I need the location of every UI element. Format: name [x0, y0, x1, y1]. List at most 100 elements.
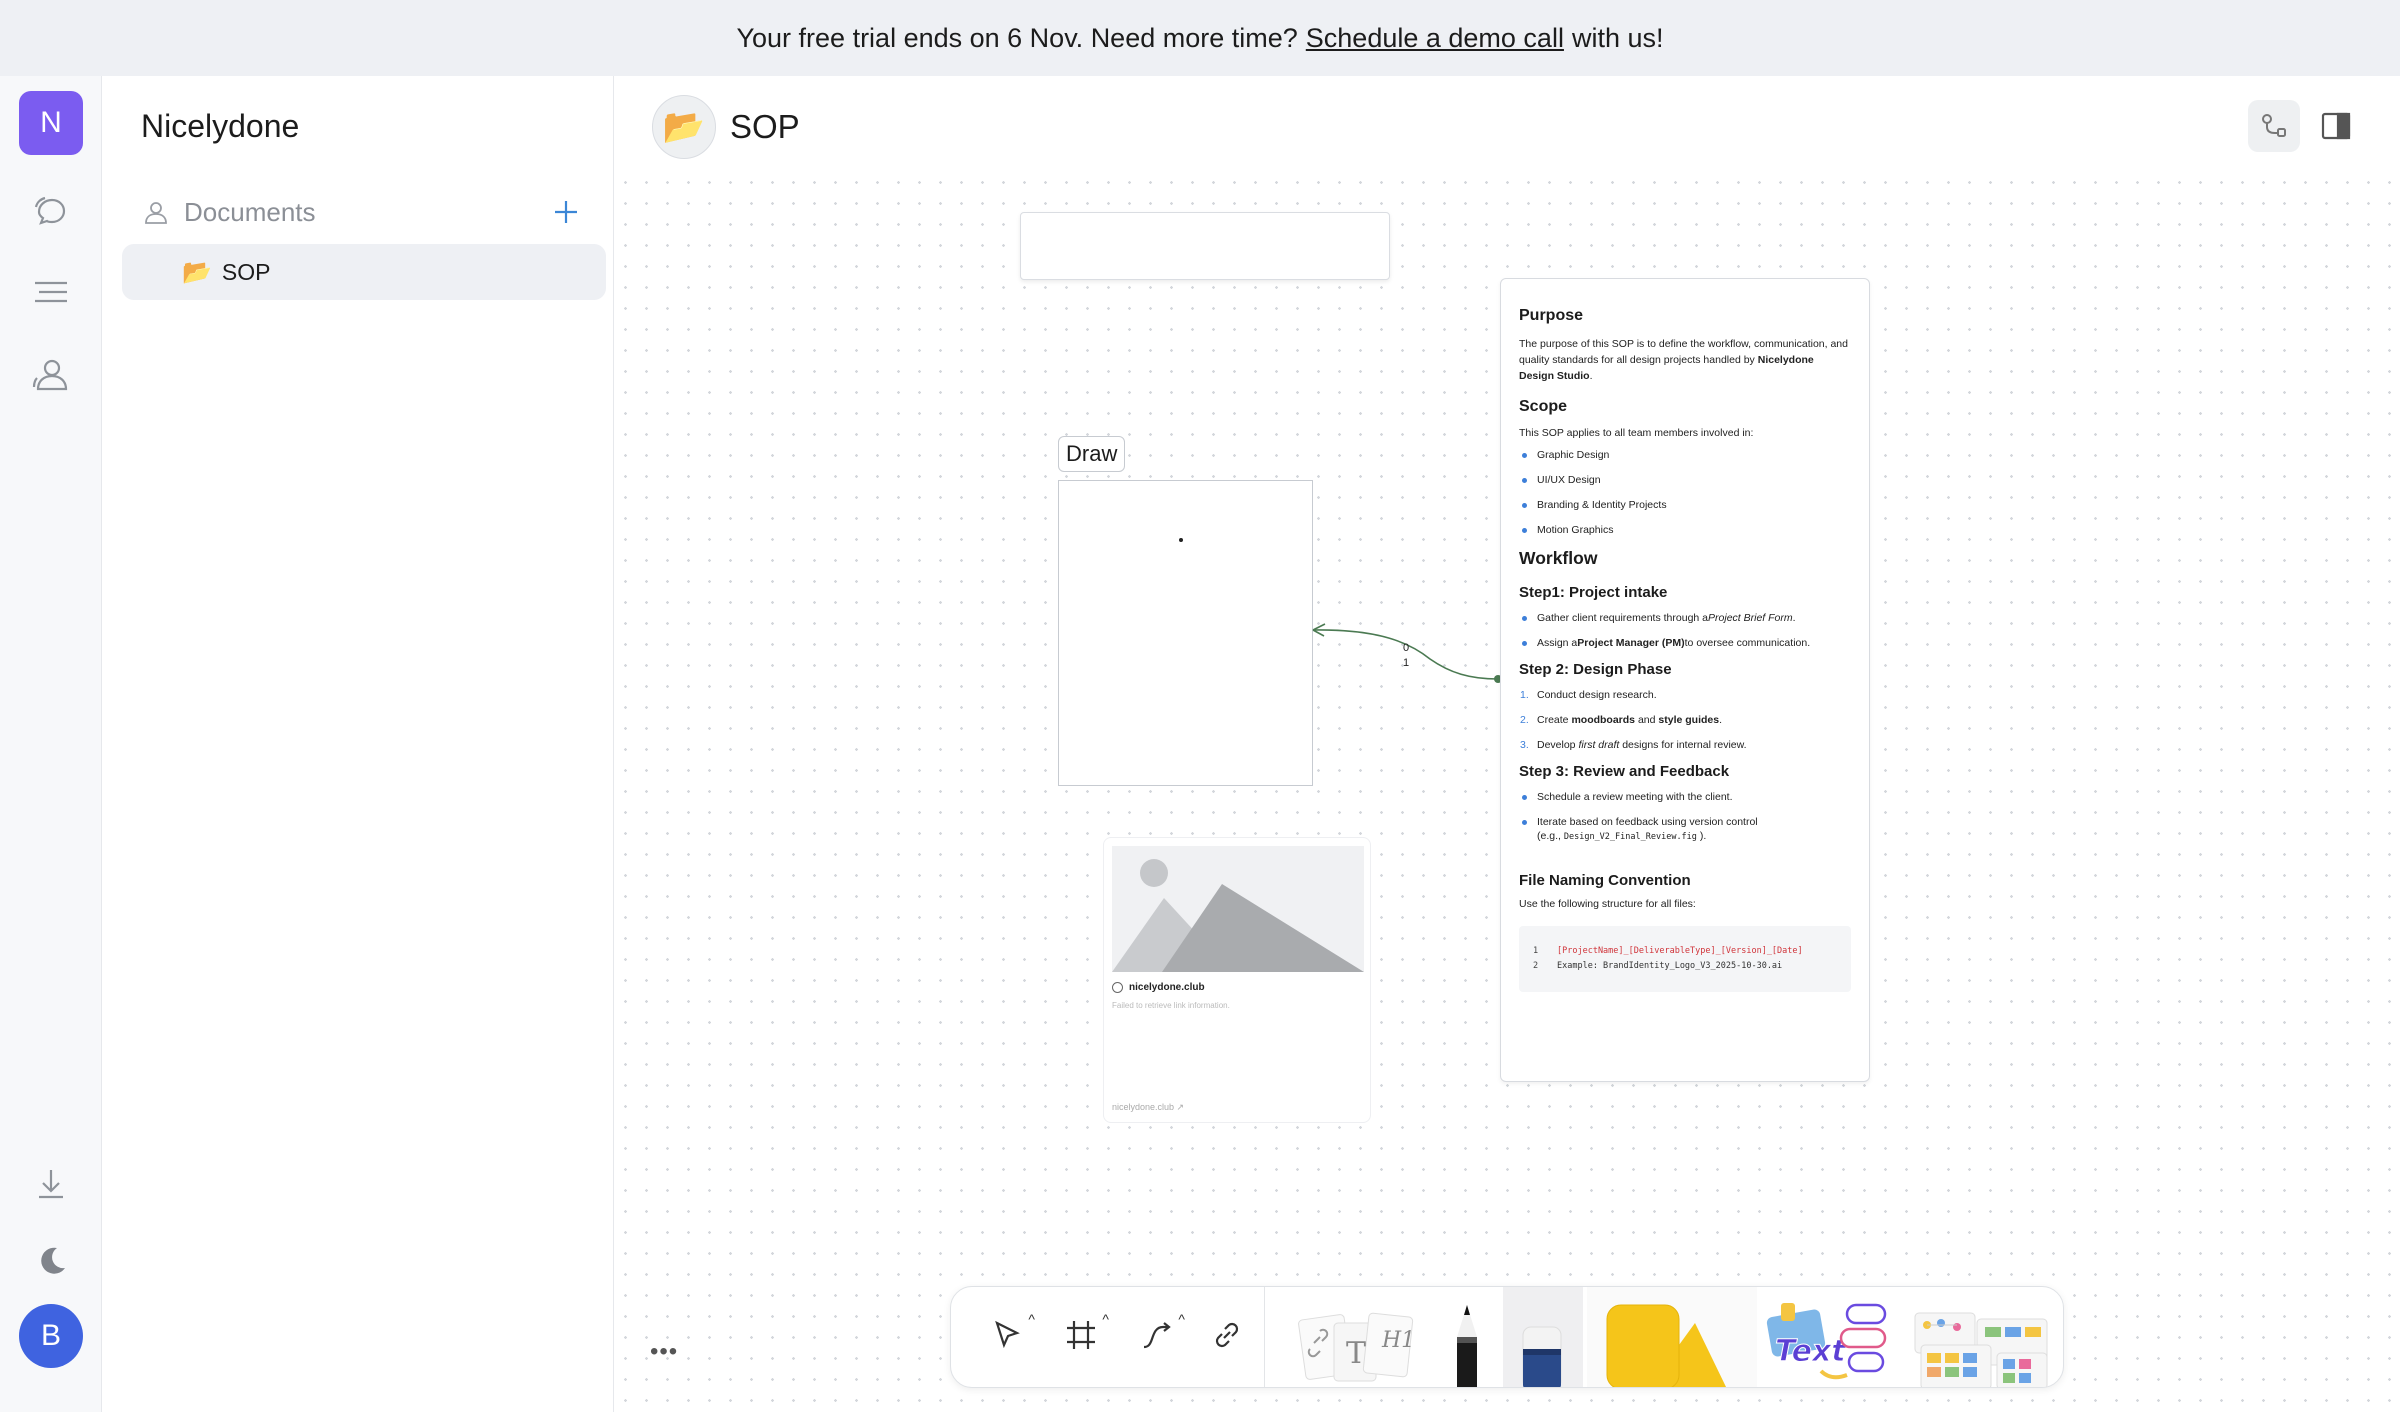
heading-file-naming: File Naming Convention — [1519, 872, 1691, 889]
more-options-button[interactable]: ••• — [650, 1338, 678, 1366]
chevron-up-icon: ^ — [1102, 1311, 1109, 1327]
left-rail: N B — [0, 76, 102, 1412]
list-item: Motion Graphics — [1519, 523, 1851, 537]
empty-note-card[interactable] — [1020, 212, 1390, 280]
list-item: 3. Develop first draft designs for intern… — [1520, 739, 1747, 751]
heading-scope: Scope — [1519, 398, 1568, 415]
heading-step1: Step1: Project intake — [1519, 584, 1668, 601]
svg-text:H1: H1 — [1381, 1328, 1414, 1353]
link-preview-card[interactable]: nicelydone.club Failed to retrieve link … — [1103, 837, 1371, 1123]
plus-icon — [555, 201, 577, 223]
banner-text: Your free trial ends on 6 Nov. Need more… — [736, 22, 1298, 53]
link-icon — [1215, 1322, 1239, 1348]
chat-icon[interactable] — [27, 186, 75, 234]
download-icon[interactable] — [27, 1160, 75, 1208]
scope-list: Graphic Design UI/UX Design Branding & I… — [1519, 448, 1851, 537]
code-block[interactable]: 1 [ProjectName]_[DeliverableType]_[Versio… — [1519, 926, 1851, 992]
person-icon — [145, 202, 167, 224]
link-tool[interactable] — [1199, 1307, 1255, 1363]
pen-icon — [1457, 1305, 1477, 1387]
heading-purpose: Purpose — [1519, 307, 1584, 324]
pen-tool[interactable] — [1445, 1303, 1489, 1387]
workspace-avatar[interactable]: N — [19, 91, 83, 155]
sidebar-panel-icon — [2321, 112, 2351, 140]
code-line: 2 Example: BrandIdentity_Logo_V3_2025-10-… — [1533, 961, 1783, 971]
text-cards-icon: T H1 — [1298, 1312, 1415, 1382]
text-cards-tool[interactable]: T H1 — [1296, 1303, 1415, 1387]
link-site: nicelydone.club — [1112, 982, 1205, 993]
list-item: Graphic Design — [1519, 448, 1851, 462]
list-item: Schedule a review meeting with the clien… — [1519, 790, 1851, 804]
heading-step2: Step 2: Design Phase — [1519, 661, 1672, 678]
flow-toggle-button[interactable] — [2248, 100, 2300, 152]
people-icon[interactable] — [27, 350, 75, 398]
link-error-text: Failed to retrieve link information. — [1112, 1001, 1230, 1010]
frame-tool[interactable]: ^ — [1053, 1307, 1109, 1363]
link-site-name: nicelydone.club — [1129, 982, 1205, 993]
list-item: Gather client requirements through aProj… — [1519, 611, 1851, 625]
cursor-icon — [995, 1320, 1020, 1349]
trial-banner: Your free trial ends on 6 Nov. Need more… — [0, 0, 2400, 76]
text-stickers-icon: Text — [1766, 1303, 1887, 1380]
connector-label-start: 0 — [1403, 642, 1410, 654]
curve-arrow-icon — [1143, 1322, 1171, 1349]
sidebar: Nicelydone Documents 📂 SOP — [102, 76, 614, 1412]
document-icon[interactable]: 📂 — [652, 95, 716, 159]
heading-workflow: Workflow — [1519, 548, 1598, 568]
scope-paragraph: This SOP applies to all team members inv… — [1519, 427, 1754, 439]
documents-label: Documents — [184, 196, 316, 227]
step1-list: Gather client requirements through aProj… — [1519, 611, 1851, 650]
text-stickers-tool[interactable]: Text — [1761, 1297, 1901, 1387]
connector-label-end: 1 — [1403, 657, 1410, 669]
list-item: Assign aProject Manager (PM)to oversee c… — [1519, 636, 1851, 650]
image-placeholder-icon — [1112, 846, 1364, 972]
list-item: Iterate based on feedback using version … — [1519, 815, 1851, 844]
sop-document-card[interactable]: Purpose The purpose of this SOP is to de… — [1500, 278, 1870, 1082]
list-item: Branding & Identity Projects — [1519, 498, 1851, 512]
chevron-up-icon: ^ — [1028, 1311, 1035, 1327]
link-footer-url[interactable]: nicelydone.club ↗ — [1112, 1102, 1184, 1113]
draw-frame-label[interactable]: Draw — [1058, 436, 1126, 472]
list-item: UI/UX Design — [1519, 473, 1851, 487]
heading-step3: Step 3: Review and Feedback — [1519, 763, 1730, 780]
add-document-button[interactable] — [546, 192, 586, 232]
connector-tool[interactable]: ^ — [1129, 1307, 1185, 1363]
toolbar-divider — [1264, 1287, 1265, 1387]
templates-tool[interactable] — [1911, 1301, 2051, 1387]
flow-icon — [2262, 114, 2286, 137]
chevron-up-icon: ^ — [1178, 1311, 1185, 1327]
frame-icon — [1067, 1321, 1095, 1349]
schedule-demo-link[interactable]: Schedule a demo call — [1306, 23, 1564, 54]
select-tool[interactable]: ^ — [979, 1307, 1035, 1363]
drawing-stroke — [1179, 538, 1183, 542]
svg-text:T: T — [1346, 1336, 1366, 1371]
moon-icon[interactable] — [27, 1236, 75, 1284]
user-avatar[interactable]: B — [19, 1304, 83, 1368]
step2-list: 1. Conduct design research. 2. Create mood… — [1519, 688, 1851, 752]
shapes-icon — [1606, 1304, 1727, 1387]
list-item: 2. Create moodboards and style guides. — [1520, 714, 1723, 726]
draw-frame[interactable] — [1058, 480, 1313, 786]
templates-icon — [1914, 1312, 2048, 1387]
step3-list: Schedule a review meeting with the clien… — [1519, 790, 1851, 844]
banner-text-end: with us! — [1571, 22, 1664, 53]
folder-icon: 📂 — [182, 258, 212, 286]
shapes-tool[interactable] — [1587, 1287, 1757, 1387]
naming-paragraph: Use the following structure for all file… — [1519, 898, 1696, 910]
sidebar-item-sop[interactable]: 📂 SOP — [122, 244, 606, 300]
panel-toggle-button[interactable] — [2310, 100, 2362, 152]
bottom-toolbar: ^ ^ ^ T H1 Text — [950, 1286, 2064, 1388]
globe-icon — [1112, 982, 1123, 993]
menu-icon[interactable] — [27, 268, 75, 316]
eraser-tool[interactable] — [1503, 1287, 1583, 1387]
sidebar-item-label: SOP — [221, 258, 271, 285]
workspace-name: Nicelydone — [141, 108, 300, 144]
purpose-paragraph: The purpose of this SOP is to define the… — [1519, 338, 1848, 382]
documents-section-header[interactable]: Documents — [142, 192, 586, 232]
page-title[interactable]: SOP — [730, 108, 800, 146]
code-line: 1 [ProjectName]_[DeliverableType]_[Versio… — [1533, 946, 1803, 956]
document-header: 📂 SOP — [652, 95, 800, 159]
svg-text:Text: Text — [1775, 1334, 1847, 1369]
list-item: 1. Conduct design research. — [1520, 689, 1657, 701]
eraser-icon — [1522, 1326, 1562, 1387]
